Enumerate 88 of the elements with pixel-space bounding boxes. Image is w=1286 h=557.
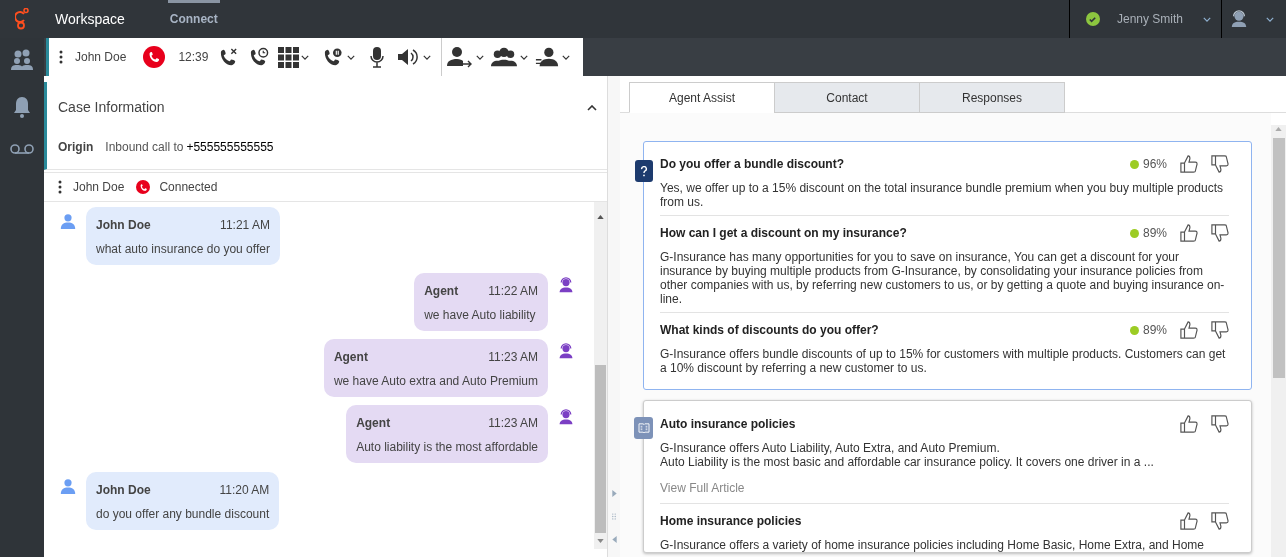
caret-icon[interactable]	[520, 54, 529, 60]
scrollbar[interactable]	[594, 202, 607, 549]
pause-call-icon[interactable]	[322, 46, 344, 68]
message-time: 11:20 AM	[219, 482, 270, 499]
scrollbar[interactable]	[1271, 125, 1286, 557]
conference-icon[interactable]	[491, 46, 518, 68]
item-text: G-Insurance has many opportunities for you to save on insurance, You can get a discount for your insurance by buying multiple products from G-Insurance, by consolidating your insurance policies from other companies with us, by referring new customers to us, or by getting a quote and buying insurance on-line.	[660, 250, 1226, 306]
item-text: Yes, we offer up to a 15% discount on the total insurance bundle premium when you buy multiple products from us.	[660, 181, 1224, 209]
thumbs-up-icon[interactable]	[1180, 512, 1198, 530]
message-time: 11:21 AM	[220, 217, 270, 234]
confidence-score: 89%	[1142, 322, 1167, 339]
app-name: Workspace	[55, 9, 125, 29]
item-title: What kinds of discounts do you offer?	[660, 322, 879, 339]
sender-name: Agent	[424, 283, 459, 300]
agent-icon[interactable]	[1230, 10, 1248, 28]
agent-icon	[558, 277, 574, 293]
person-icon	[60, 213, 76, 229]
field-label: Origin	[58, 139, 94, 156]
call-status-icon	[136, 180, 151, 194]
item-text: G-Insurance offers a variety of home insurance policies including Home Basic, Home Extra, and Home	[660, 538, 1206, 552]
more-icon[interactable]	[59, 50, 63, 64]
item-title: Do you offer a bundle discount?	[660, 156, 844, 173]
keypad-icon[interactable]	[278, 46, 300, 68]
sender-name: Agent	[356, 415, 391, 432]
bell-icon[interactable]	[13, 96, 31, 118]
transfer-icon[interactable]	[447, 46, 474, 68]
caret-icon[interactable]	[476, 54, 485, 60]
field-value: Inbound call to	[105, 139, 184, 156]
message-text: we have Auto extra and Auto Premium	[333, 373, 538, 390]
panel-tab[interactable]: Responses	[919, 82, 1065, 113]
scroll-up-icon[interactable]	[597, 215, 604, 219]
call-status-icon	[143, 46, 166, 68]
item-title[interactable]: Home insurance policies	[660, 512, 802, 530]
sender-name: Agent	[333, 349, 368, 366]
agent-icon	[558, 409, 574, 425]
contact-name: John Doe	[75, 49, 127, 66]
caret-icon[interactable]	[423, 54, 432, 60]
voicemail-icon[interactable]	[10, 144, 34, 154]
collapse-icon[interactable]	[587, 104, 597, 111]
more-icon[interactable]	[58, 180, 62, 194]
contacts-icon[interactable]	[10, 48, 34, 70]
thumbs-down-icon[interactable]	[1211, 224, 1229, 242]
speaker-icon[interactable]	[397, 47, 420, 67]
view-article-link[interactable]: View Full Article	[660, 479, 745, 497]
thumbs-down-icon[interactable]	[1211, 415, 1229, 433]
sender-name: John Doe	[96, 217, 151, 234]
thumbs-up-icon[interactable]	[1180, 224, 1198, 242]
panel-tab[interactable]: Agent Assist	[629, 82, 775, 113]
contact-name: John Doe	[73, 179, 125, 196]
user-menu[interactable]: Jenny Smith	[1116, 10, 1183, 28]
item-title[interactable]: Auto insurance policies	[660, 415, 796, 433]
caret-icon[interactable]	[1266, 16, 1274, 22]
message-time: 11:23 AM	[488, 349, 538, 366]
confidence-score: 89%	[1142, 225, 1167, 242]
message-text: we have Auto liability	[424, 307, 537, 324]
thumbs-down-icon[interactable]	[1211, 155, 1229, 173]
item-text: G-Insurance offers Auto Liability, Auto Extra, and Auto Premium. Auto Liability is the most basic and affordable car insurance policy. It covers one driver in a ...	[660, 441, 1155, 469]
caret-icon[interactable]	[347, 54, 356, 60]
thumbs-up-icon[interactable]	[1180, 155, 1198, 173]
call-timer: 12:39	[178, 49, 209, 66]
agent-icon	[558, 343, 574, 359]
caret-icon[interactable]	[562, 54, 571, 60]
sender-name: John Doe	[96, 482, 151, 499]
message-time: 11:23 AM	[488, 415, 538, 432]
thumbs-up-icon[interactable]	[1180, 321, 1198, 339]
section-title: Case Information	[58, 98, 165, 117]
thumbs-down-icon[interactable]	[1211, 321, 1229, 339]
thumbs-up-icon[interactable]	[1180, 415, 1198, 433]
panel-tab[interactable]: Contact	[774, 82, 920, 113]
caret-icon[interactable]	[301, 54, 310, 60]
message-text: Auto liability is the most affordable	[356, 439, 538, 456]
connection-status: Connected	[159, 179, 218, 196]
message-time: 11:22 AM	[488, 283, 538, 300]
thumbs-down-icon[interactable]	[1211, 512, 1229, 530]
hold-call-icon[interactable]	[248, 46, 270, 68]
scroll-down-icon[interactable]	[597, 539, 604, 543]
consult-icon[interactable]	[535, 46, 560, 68]
caret-icon[interactable]	[1203, 16, 1211, 22]
person-icon	[60, 478, 76, 494]
message-text: do you offer any bundle discount	[96, 506, 270, 523]
message-text: what auto insurance do you offer	[96, 241, 270, 258]
confidence-score: 96%	[1142, 156, 1167, 173]
logo-icon	[15, 8, 29, 30]
grip-icon[interactable]	[612, 513, 616, 520]
item-title: How can I get a discount on my insurance?	[660, 225, 907, 242]
microphone-icon[interactable]	[370, 46, 385, 68]
end-call-icon[interactable]	[218, 46, 240, 68]
item-text: G-Insurance offers bundle discounts of up to 15% for customers with multiple products. Customers can get a 10% discount by referring a new customer to us.	[660, 347, 1227, 375]
